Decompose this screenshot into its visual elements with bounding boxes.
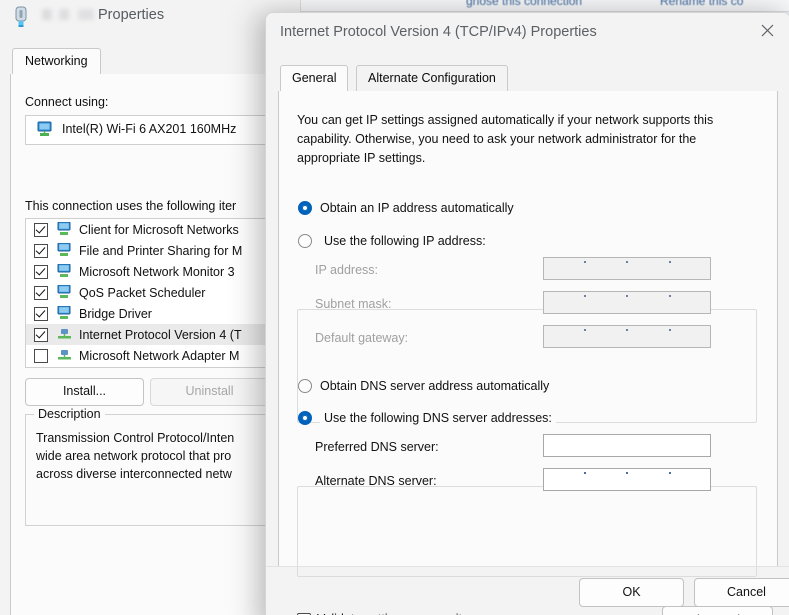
- description-text: Transmission Control Protocol/Inten wide…: [36, 429, 304, 483]
- redacted-adapter-name: [42, 9, 94, 20]
- close-icon[interactable]: [744, 13, 789, 47]
- radio-use-following-ip[interactable]: [298, 234, 312, 248]
- footer-separator: [266, 566, 789, 567]
- item-checkbox[interactable]: [34, 264, 48, 279]
- cancel-button[interactable]: Cancel: [694, 578, 789, 607]
- preferred-dns-label: Preferred DNS server:: [315, 440, 439, 454]
- diagnose-connection-link[interactable]: gnose this connection: [466, 0, 582, 8]
- list-item-label: Internet Protocol Version 4 (T: [79, 327, 242, 342]
- connection-items-list[interactable]: Client for Microsoft Networks File and P…: [25, 218, 297, 368]
- default-gateway-label: Default gateway:: [315, 331, 409, 345]
- list-item-label: QoS Packet Scheduler: [79, 285, 206, 300]
- ip-address-label: IP address:: [315, 263, 379, 277]
- item-checkbox[interactable]: [34, 285, 48, 300]
- wifi-properties-tabstrip: Networking: [10, 48, 292, 75]
- list-item[interactable]: Client for Microsoft Networks: [26, 219, 296, 240]
- dialog-titlebar: Internet Protocol Version 4 (TCP/IPv4) P…: [266, 13, 789, 53]
- network-adapter-icon: [12, 6, 30, 28]
- properties-word: Properties: [98, 7, 165, 23]
- adapter-display: Intel(R) Wi-Fi 6 AX201 160MHz: [25, 115, 297, 145]
- rename-connection-link[interactable]: Rename this co: [660, 0, 743, 8]
- alternate-dns-input[interactable]: [543, 468, 711, 491]
- list-item[interactable]: QoS Packet Scheduler: [26, 282, 296, 303]
- description-line: across diverse interconnected netw: [36, 467, 232, 481]
- dialog-tabstrip: General Alternate Configuration: [278, 65, 778, 92]
- radio-obtain-ip-auto-label: Obtain an IP address automatically: [320, 201, 514, 215]
- list-item[interactable]: Internet Protocol Version 4 (T: [26, 324, 296, 345]
- advanced-button[interactable]: Advanced...: [662, 606, 773, 615]
- list-item-label: Bridge Driver: [79, 306, 152, 321]
- item-checkbox[interactable]: [34, 243, 48, 258]
- subnet-mask-label: Subnet mask:: [315, 297, 392, 311]
- network-adapter-small-icon: [35, 121, 54, 138]
- list-item[interactable]: Bridge Driver: [26, 303, 296, 324]
- manual-dns-groupbox: [297, 486, 757, 577]
- connection-items-label: This connection uses the following iter: [25, 199, 237, 213]
- ipv4-properties-dialog: Internet Protocol Version 4 (TCP/IPv4) P…: [265, 12, 789, 615]
- list-item-label: Client for Microsoft Networks: [79, 222, 239, 237]
- network-client-icon: [56, 263, 73, 279]
- list-item[interactable]: Microsoft Network Adapter M: [26, 345, 296, 366]
- list-item-label: Microsoft Network Adapter M: [79, 348, 240, 363]
- radio-obtain-dns-auto[interactable]: [298, 379, 312, 393]
- network-client-icon: [56, 242, 73, 258]
- wifi-properties-title: Properties: [42, 7, 164, 23]
- preferred-dns-input[interactable]: [543, 434, 711, 457]
- connect-using-label: Connect using:: [25, 95, 109, 109]
- network-client-icon: [56, 305, 73, 321]
- item-checkbox[interactable]: [34, 222, 48, 237]
- description-line: Transmission Control Protocol/Inten: [36, 431, 235, 445]
- wifi-properties-window: Properties Networking Connect using: Int…: [0, 0, 301, 615]
- list-item[interactable]: File and Printer Sharing for M: [26, 240, 296, 261]
- dialog-page-general: You can get IP settings assigned automat…: [278, 91, 778, 615]
- wifi-properties-titlebar: Properties: [0, 0, 300, 38]
- network-protocol-icon: [56, 327, 73, 342]
- ip-address-input: [543, 257, 711, 280]
- adapter-name: Intel(R) Wi-Fi 6 AX201 160MHz: [62, 122, 237, 136]
- default-gateway-input: [543, 325, 711, 348]
- list-item[interactable]: Microsoft Network Monitor 3: [26, 261, 296, 282]
- tab-general[interactable]: General: [280, 65, 349, 92]
- list-item-label: Microsoft Network Monitor 3: [79, 264, 235, 279]
- item-checkbox[interactable]: [34, 327, 48, 342]
- tab-networking[interactable]: Networking: [12, 48, 101, 75]
- description-line: wide area network protocol that pro: [36, 449, 232, 463]
- network-client-icon: [56, 284, 73, 300]
- item-checkbox[interactable]: [34, 348, 48, 363]
- subnet-mask-input: [543, 291, 711, 314]
- network-client-icon: [56, 221, 73, 237]
- alternate-dns-label: Alternate DNS server:: [315, 474, 437, 488]
- item-checkbox[interactable]: [34, 306, 48, 321]
- radio-use-following-ip-label: Use the following IP address:: [320, 234, 490, 248]
- list-item-label: File and Printer Sharing for M: [79, 243, 243, 258]
- radio-obtain-dns-auto-label: Obtain DNS server address automatically: [320, 379, 550, 393]
- network-protocol-icon: [56, 348, 73, 363]
- uninstall-button: Uninstall: [150, 378, 269, 406]
- tab-alternate-configuration[interactable]: Alternate Configuration: [356, 65, 508, 92]
- screenshot-root: gnose this connection Rename this co Pro…: [0, 0, 789, 615]
- description-legend: Description: [34, 407, 105, 421]
- dialog-title: Internet Protocol Version 4 (TCP/IPv4) P…: [280, 24, 597, 40]
- radio-obtain-ip-auto[interactable]: [298, 201, 312, 215]
- wifi-properties-body: Connect using: Intel(R) Wi-Fi 6 AX201 16…: [10, 74, 297, 615]
- description-groupbox: Description Transmission Control Protoco…: [25, 407, 297, 526]
- radio-use-following-dns[interactable]: [298, 411, 312, 425]
- ok-button[interactable]: OK: [579, 578, 684, 607]
- radio-use-following-dns-label: Use the following DNS server addresses:: [320, 411, 556, 425]
- install-button[interactable]: Install...: [25, 378, 144, 406]
- intro-text: You can get IP settings assigned automat…: [297, 113, 714, 165]
